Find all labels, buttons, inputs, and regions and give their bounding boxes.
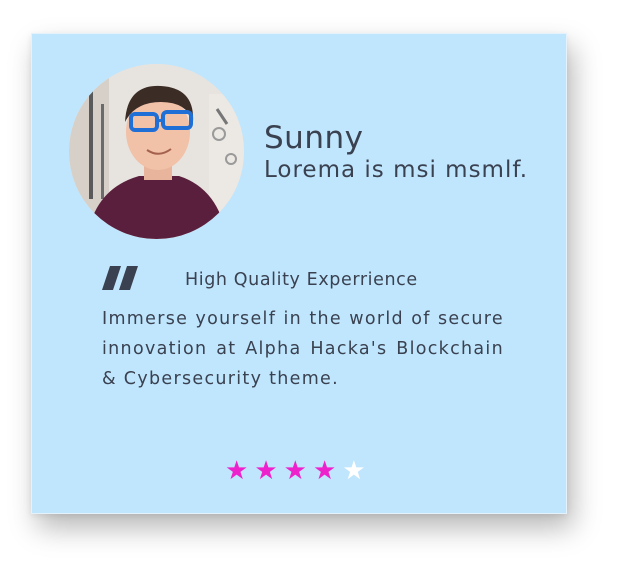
star-filled-icon: ★: [254, 456, 278, 486]
star-filled-icon: ★: [225, 456, 249, 486]
star-filled-icon: ★: [312, 456, 337, 486]
review-headline: High Quality Experrience: [185, 270, 418, 290]
star-rating: ★ ★ ★ ★ ★: [225, 458, 366, 484]
avatar: [69, 64, 244, 239]
reviewer-subtitle: Lorema is msi msmlf.: [264, 157, 529, 183]
testimonial-card: Sunny Lorema is msi msmlf. High Quality …: [31, 33, 567, 514]
reviewer-name: Sunny: [264, 120, 364, 156]
star-filled-icon: ★: [283, 456, 307, 486]
avatar-photo: [69, 64, 244, 239]
quote-mark-icon: [102, 266, 138, 290]
star-empty-icon: ★: [342, 456, 366, 486]
review-body: Immerse yourself in the world of secure …: [102, 309, 504, 389]
